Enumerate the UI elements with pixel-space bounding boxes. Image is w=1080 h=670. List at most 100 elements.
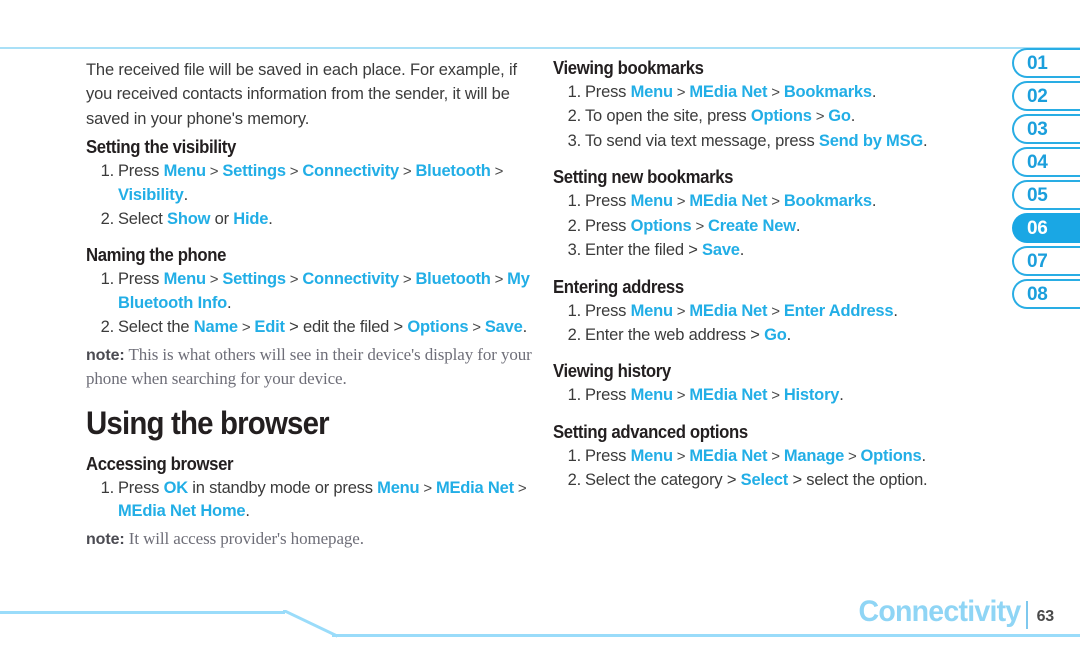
step-text: Press xyxy=(585,83,631,101)
step-item: Enter the web address > Go. xyxy=(563,324,971,348)
note-label: note: xyxy=(86,530,125,548)
step-item: To open the site, press Options > Go. xyxy=(563,105,971,129)
ui-key-term: Connectivity xyxy=(302,162,399,181)
section-heading: Accessing browser xyxy=(86,453,234,474)
ui-key-term: Visibility xyxy=(118,185,184,204)
step-text: > xyxy=(767,84,784,101)
section-heading: Naming the phone xyxy=(86,245,227,266)
ui-key-term: MEdia Net xyxy=(689,83,768,101)
step-text: > edit the filed > xyxy=(284,318,408,337)
chapter-heading: Using the browser xyxy=(86,404,330,441)
right-column: Viewing bookmarks Press Menu > MEdia Net … xyxy=(553,58,971,507)
ui-key-term: Enter Address xyxy=(783,301,894,320)
step-text: Press xyxy=(118,478,164,497)
ui-key-term: MEdia Net xyxy=(689,192,768,211)
step-text: Press xyxy=(585,216,631,235)
chapter-tab-number: 05 xyxy=(1027,184,1048,206)
chapter-tab-08[interactable]: 08 xyxy=(1012,279,1080,309)
chapter-tab-01[interactable]: 01 xyxy=(1012,48,1080,78)
step-text: Press xyxy=(118,162,164,181)
step-item: Enter the filed > Save. xyxy=(563,239,971,263)
step-item: Press Menu > Settings > Connectivity > B… xyxy=(96,268,534,315)
manual-page: The received file will be saved in each … xyxy=(0,0,1080,670)
ui-key-term: Options xyxy=(407,318,469,337)
procedure-section: Setting advanced options Press Menu > MEd… xyxy=(553,422,971,493)
ui-key-term: Options xyxy=(860,446,922,465)
step-text: > xyxy=(691,217,708,235)
step-text: or xyxy=(210,210,234,229)
ui-key-term: Menu xyxy=(163,162,206,181)
ui-key-term: MEdia Net xyxy=(689,301,768,320)
section-heading: Viewing bookmarks xyxy=(553,58,704,78)
section-heading: Entering address xyxy=(553,276,684,297)
ui-key-term: Menu xyxy=(630,192,673,211)
chapter-tab-03[interactable]: 03 xyxy=(1012,114,1080,144)
step-text: . xyxy=(921,446,926,465)
step-item: Select the category > Select > select th… xyxy=(563,469,971,493)
step-text: > xyxy=(672,302,690,320)
ui-key-term: Menu xyxy=(630,83,673,101)
chapter-tab-05[interactable]: 05 xyxy=(1012,180,1080,210)
step-text: Select xyxy=(118,210,168,229)
page-number: 63 xyxy=(1036,608,1055,625)
chapter-tab-number: 01 xyxy=(1027,52,1048,74)
ui-key-term: History xyxy=(783,386,840,405)
procedure-section: Viewing bookmarks Press Menu > MEdia Net … xyxy=(553,58,971,154)
step-list: Press OK in standby mode or press Menu >… xyxy=(86,477,534,524)
step-text: . xyxy=(839,386,844,405)
step-text: > xyxy=(767,193,784,211)
step-list: Press Menu > MEdia Net > Bookmarks. To op… xyxy=(553,81,971,154)
ui-key-term: Save xyxy=(702,241,740,260)
step-text: > xyxy=(513,479,527,497)
step-text: Press xyxy=(585,446,631,465)
ui-key-term: Go xyxy=(764,325,787,344)
step-text: Select the xyxy=(118,318,194,337)
step-item: Press OK in standby mode or press Menu >… xyxy=(96,477,534,524)
chapter-tab-number: 04 xyxy=(1027,151,1048,173)
step-item: Press Menu > MEdia Net > History. xyxy=(563,384,971,408)
chapter-tab-02[interactable]: 02 xyxy=(1012,81,1080,111)
step-text: Press xyxy=(585,301,631,320)
step-item: Press Menu > Settings > Connectivity > B… xyxy=(96,160,534,207)
ui-key-term: Menu xyxy=(630,446,673,465)
step-item: Select Show or Hide. xyxy=(96,208,534,232)
ui-key-term: Options xyxy=(630,216,692,235)
step-text: Enter the filed > xyxy=(585,241,703,260)
chapter-tab-number: 02 xyxy=(1027,85,1048,107)
ui-key-term: Show xyxy=(167,210,211,229)
step-text: > xyxy=(767,302,784,320)
procedure-section: Viewing history Press Menu > MEdia Net > … xyxy=(553,361,971,408)
step-text: Enter the web address > xyxy=(585,325,765,344)
ui-key-term: Hide xyxy=(233,210,269,229)
procedure-section: Entering address Press Menu > MEdia Net >… xyxy=(553,277,971,348)
ui-key-term: Bluetooth xyxy=(415,162,491,181)
step-text: Press xyxy=(585,386,631,405)
step-list: Press Menu > Settings > Connectivity > B… xyxy=(86,268,534,340)
footer-rule-diagonal xyxy=(283,610,337,638)
chapter-tab-07[interactable]: 07 xyxy=(1012,246,1080,276)
right-sections: Viewing bookmarks Press Menu > MEdia Net … xyxy=(553,58,971,493)
step-text: > xyxy=(672,387,690,405)
step-text: > xyxy=(398,271,416,289)
step-text: > xyxy=(468,319,485,337)
step-list: Press Menu > MEdia Net > Manage > Option… xyxy=(553,445,971,493)
step-text: Select the category > xyxy=(585,471,741,490)
step-text: > xyxy=(237,319,255,337)
step-text: > xyxy=(419,479,436,497)
ui-key-term: Connectivity xyxy=(302,270,399,289)
step-text: > xyxy=(844,447,861,465)
chapter-tab-06[interactable]: 06 xyxy=(1012,213,1080,243)
chapter-tab-strip[interactable]: 01 02 03 04 05 06 07 08 xyxy=(1012,48,1080,312)
ui-key-term: Create New xyxy=(708,216,796,235)
ui-key-term: Save xyxy=(484,318,523,337)
procedure-section: Setting new bookmarks Press Menu > MEdia … xyxy=(553,167,971,263)
footer-divider xyxy=(1026,601,1028,629)
chapter-tab-04[interactable]: 04 xyxy=(1012,147,1080,177)
ui-key-term: Settings xyxy=(222,162,286,181)
step-list: Press Menu > Settings > Connectivity > B… xyxy=(86,160,534,232)
ui-key-term: Manage xyxy=(783,446,845,465)
step-text: . xyxy=(871,192,877,211)
procedure-section: Naming the phone Press Menu > Settings > … xyxy=(86,245,534,390)
note-text: This is what others will see in their de… xyxy=(86,344,532,389)
left-column: The received file will be saved in each … xyxy=(86,58,534,565)
